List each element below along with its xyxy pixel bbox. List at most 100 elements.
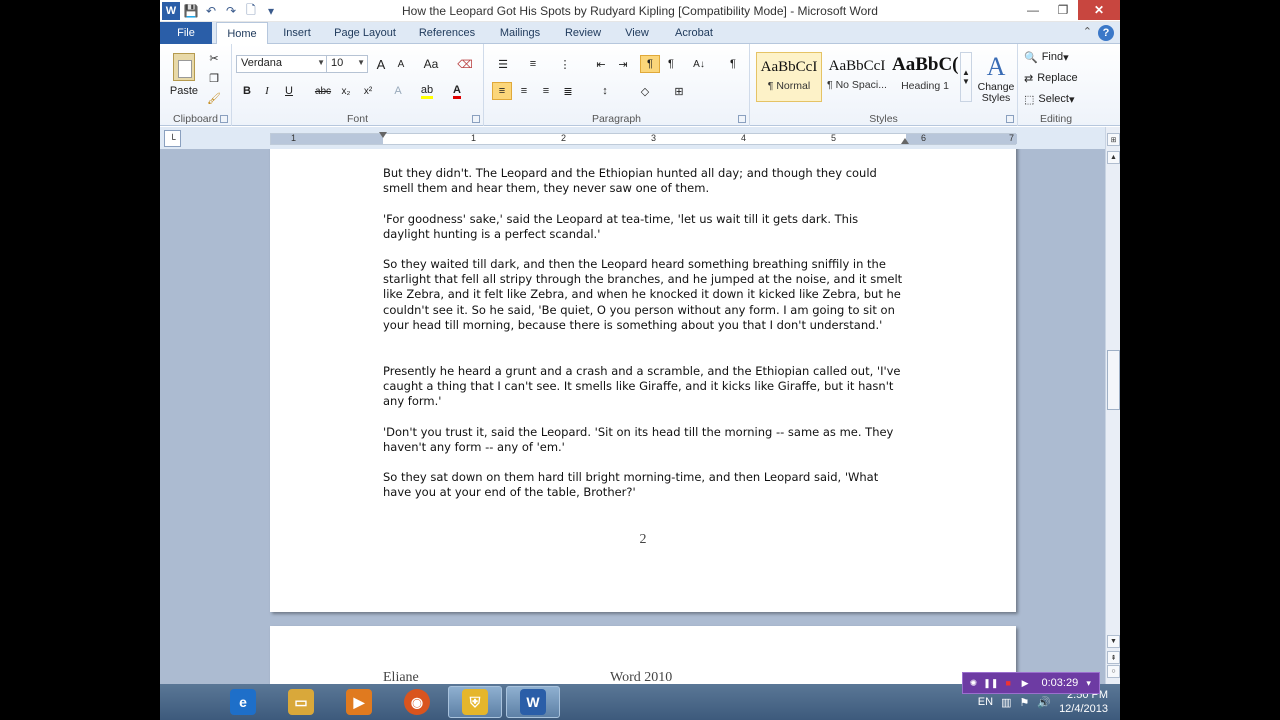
justify-icon[interactable]: ≣ [558,82,578,100]
increase-indent-icon[interactable]: ⇥ [614,55,632,73]
multilevel-list-icon[interactable]: ⋮ [554,55,576,73]
close-button[interactable]: ✕ [1078,0,1120,20]
replace-button[interactable]: ⇄ Replace [1024,69,1092,87]
pause-icon[interactable]: ❚❚ [983,676,998,690]
minimize-button[interactable]: — [1018,0,1048,20]
tab-acrobat[interactable]: Acrobat [666,22,722,44]
style-heading-1[interactable]: AaBbC( Heading 1 [892,52,959,102]
shading-icon[interactable]: ◇ [634,82,656,100]
show-formatting-icon[interactable]: ¶ [724,55,742,73]
minimize-ribbon-icon[interactable]: ⌃ [1083,25,1092,41]
font-family-select[interactable]: Verdana ▼ [236,55,328,73]
play-icon[interactable]: ▶ [1019,676,1032,690]
borders-icon[interactable]: ⊞ [668,82,690,100]
style-normal[interactable]: AaBbCcI ¶ Normal [756,52,822,102]
paragraph[interactable]: So they sat down on them hard till brigh… [383,470,908,500]
previous-page-icon[interactable]: ⇞ [1107,651,1120,664]
paragraph[interactable]: 'Don't you trust it, said the Leopard. '… [383,425,908,455]
align-left-icon[interactable]: ≡ [492,82,512,100]
header-center: Word 2010 [610,670,673,684]
next-document-page[interactable]: Eliane Word 2010 [270,626,1016,684]
style-no-spacing[interactable]: AaBbCcI ¶ No Spaci... [824,52,890,102]
font-color-icon[interactable]: A [446,82,468,100]
tab-insert[interactable]: Insert [272,22,322,44]
taskbar-firefox[interactable]: ◉ [390,686,444,718]
format-painter-icon[interactable]: 🖌 [206,90,222,106]
horizontal-ruler[interactable]: 1 1 2 3 4 5 6 7 [270,132,1017,145]
language-indicator[interactable]: EN [978,696,993,708]
rtl-direction-icon[interactable]: ¶ [662,55,680,73]
highlight-color-icon[interactable]: ab [416,82,438,100]
flag-icon[interactable]: ⚑ [1019,696,1029,709]
paste-button[interactable]: Paste [166,48,202,102]
taskbar-security[interactable]: ⛨ [448,686,502,718]
document-page[interactable]: But they didn't. The Leopard and the Eth… [270,149,1016,612]
tab-mailings[interactable]: Mailings [490,22,550,44]
styles-launcher-icon[interactable] [1006,115,1014,123]
subscript-button[interactable]: x₂ [336,82,356,100]
styles-scroll[interactable]: ▲ ▼ [960,52,972,102]
paragraph[interactable]: 'For goodness' sake,' said the Leopard a… [383,212,908,242]
taskbar-media[interactable]: ▶ [332,686,386,718]
taskbar-ie[interactable]: e [216,686,270,718]
page-number: 2 [639,532,647,547]
select-button[interactable]: ⬚ Select ▾ [1024,90,1092,108]
change-case-button[interactable]: Aa [418,55,444,73]
decrease-indent-icon[interactable]: ⇤ [592,55,610,73]
bullets-icon[interactable]: ☰ [492,55,514,73]
find-button[interactable]: 🔍 Find ▾ [1024,48,1092,66]
tab-home[interactable]: Home [216,22,268,45]
underline-button[interactable]: U [280,82,298,100]
paragraph[interactable]: So they waited till dark, and then the L… [383,257,908,333]
vertical-scrollbar[interactable]: ⊞ ▲ ▼ ⇞ ○ [1105,127,1120,684]
network-icon[interactable]: ▥ [1001,696,1011,709]
numbering-icon[interactable]: ≡ [522,55,544,73]
word-icon: W [520,689,546,715]
view-ruler-icon[interactable]: ⊞ [1107,133,1120,146]
font-label: Font [346,113,368,125]
taskbar-explorer[interactable]: ▭ [274,686,328,718]
align-center-icon[interactable]: ≡ [514,82,534,100]
italic-button[interactable]: I [258,82,276,100]
clear-formatting-icon[interactable]: ⌫ [456,55,474,73]
recorder-menu-icon[interactable]: ▾ [1082,676,1095,690]
record-stop-icon[interactable]: ■ [1002,676,1015,690]
grow-font-button[interactable]: A [372,55,390,73]
maximize-button[interactable]: ❐ [1048,0,1078,20]
text-effects-icon[interactable]: A [388,82,408,100]
tab-selector[interactable]: └ [164,130,181,147]
line-spacing-icon[interactable]: ↕ [594,82,616,100]
ltr-direction-icon[interactable]: ¶ [640,55,660,73]
tab-view[interactable]: View [616,22,658,44]
shrink-font-button[interactable]: A [392,55,410,73]
align-right-icon[interactable]: ≡ [536,82,556,100]
cut-icon[interactable]: ✂ [206,50,222,66]
font-launcher-icon[interactable] [472,115,480,123]
paragraph[interactable]: But they didn't. The Leopard and the Eth… [383,166,908,196]
document-area[interactable]: But they didn't. The Leopard and the Eth… [160,149,1105,684]
help-icon[interactable]: ? [1098,25,1114,41]
scroll-thumb[interactable] [1107,350,1120,410]
select-browse-object-icon[interactable]: ○ [1107,665,1120,678]
tab-file[interactable]: File [160,22,212,44]
scroll-up-icon[interactable]: ▲ [1107,151,1120,164]
taskbar-word[interactable]: W [506,686,560,718]
clipboard-launcher-icon[interactable] [220,115,228,123]
bold-button[interactable]: B [238,82,256,100]
change-styles-button[interactable]: A Change Styles [976,50,1016,106]
tab-references[interactable]: References [412,22,482,44]
paragraph-launcher-icon[interactable] [738,115,746,123]
copy-icon[interactable]: ❐ [206,70,222,86]
tab-review[interactable]: Review [558,22,608,44]
indent-marker[interactable] [379,132,387,138]
paragraph[interactable]: Presently he heard a grunt and a crash a… [383,364,908,410]
tab-page-layout[interactable]: Page Layout [326,22,404,44]
strikethrough-button[interactable]: abc [312,82,334,100]
superscript-button[interactable]: x² [358,82,378,100]
scroll-down-icon[interactable]: ▼ [1107,635,1120,648]
folder-icon: ▭ [288,689,314,715]
speaker-icon[interactable]: 🔊 [1037,696,1051,709]
right-indent-marker[interactable] [901,138,909,144]
sort-icon[interactable]: A↓ [690,55,708,73]
font-size-select[interactable]: 10 ▼ [326,55,368,73]
